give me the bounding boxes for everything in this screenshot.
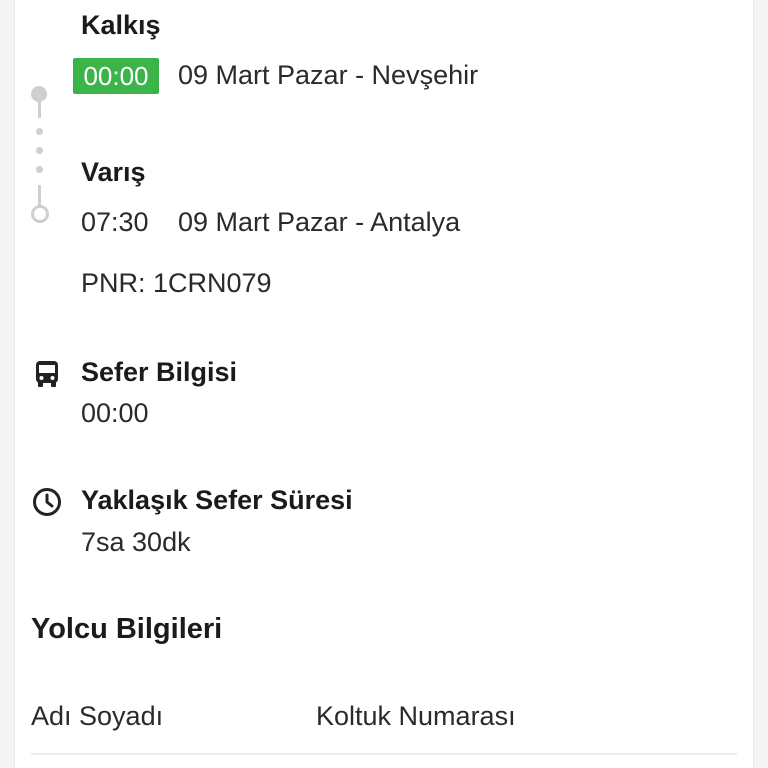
- pnr-code: PNR: 1CRN079: [81, 268, 272, 298]
- arrival-detail: 09 Mart Pazar - Antalya: [178, 207, 461, 237]
- clock-icon: [33, 488, 61, 516]
- departure-time-badge: 00:00: [73, 58, 159, 94]
- trip-info-value: 00:00: [81, 398, 149, 428]
- duration-value: 7sa 30dk: [81, 527, 191, 557]
- column-header-seat: Koltuk Numarası: [316, 701, 516, 731]
- timeline-line: [38, 185, 41, 207]
- arrival-time: 07:30: [81, 207, 149, 237]
- departure-title: Kalkış: [81, 10, 161, 40]
- trip-detail-card: Kalkış 00:00 09 Mart Pazar - Nevşehir Va…: [14, 0, 754, 768]
- timeline-dot: [36, 166, 43, 173]
- arrival-dot-icon: [31, 205, 49, 223]
- table-divider: [31, 753, 737, 755]
- column-header-name: Adı Soyadı: [31, 701, 164, 731]
- passengers-title: Yolcu Bilgileri: [31, 613, 223, 645]
- departure-detail: 09 Mart Pazar - Nevşehir: [178, 60, 479, 90]
- timeline-dot: [36, 128, 43, 135]
- duration-title: Yaklaşık Sefer Süresi: [81, 485, 353, 515]
- timeline-line: [38, 100, 41, 118]
- bus-icon: [36, 361, 58, 387]
- route-timeline: [29, 84, 51, 224]
- trip-info-title: Sefer Bilgisi: [81, 357, 238, 387]
- arrival-title: Varış: [81, 157, 146, 187]
- timeline-dot: [36, 147, 43, 154]
